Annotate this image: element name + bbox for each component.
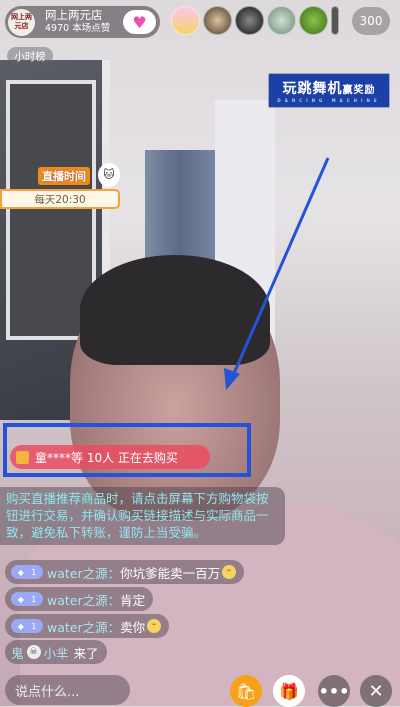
shopping-bag-icon <box>16 450 29 464</box>
level-badge: ◆ 1 <box>11 565 43 579</box>
level-number: 1 <box>31 621 37 631</box>
join-text: 来了 <box>73 645 99 661</box>
comment-text: 肯定 <box>120 592 146 608</box>
diamond-icon: ◆ <box>17 594 24 604</box>
more-button[interactable]: ••• <box>318 675 350 707</box>
comment-text: 卖你 <box>120 619 146 635</box>
diamond-icon: ◆ <box>17 567 24 577</box>
gift-button[interactable]: 🎁 <box>273 675 305 707</box>
close-button[interactable]: ✕ <box>360 675 392 707</box>
shopping-bag-button[interactable]: 🛍 <box>230 675 262 707</box>
gift-icon: 🎁 <box>279 681 299 701</box>
buying-notice-text: 童****等 10人 正在去购买 <box>35 450 178 465</box>
comment-user[interactable]: water之源： <box>47 617 120 636</box>
shopping-bag-icon: 🛍 <box>235 681 257 701</box>
comment-user[interactable]: water之源： <box>47 563 120 582</box>
system-notice: 购买直播推荐商品时，请点击屏幕下方购物袋按钮进行交易，并确认购买链接描述与实际商… <box>0 487 285 545</box>
more-dots-icon: ••• <box>318 681 350 701</box>
diamond-icon: ◆ <box>17 621 24 631</box>
comment-item[interactable]: ◆ 1 water之源： 肯定 <box>5 587 154 611</box>
grin-emoji-icon: ᵕ <box>147 619 162 633</box>
comment-item[interactable]: ◆ 1 water之源： 你坑爹能卖一百万 ᵕ <box>5 560 245 584</box>
level-badge: ◆ 1 <box>11 592 43 606</box>
join-user-prefix: 鬼 <box>11 645 24 661</box>
buying-notice[interactable]: 童****等 10人 正在去购买 <box>10 445 210 469</box>
level-number: 1 <box>31 567 37 577</box>
comment-text: 你坑爹能卖一百万 <box>120 565 221 581</box>
join-notice: 鬼 ☠ 小芈 来了 <box>5 640 107 664</box>
ghost-icon: ☠ <box>26 645 41 659</box>
grin-emoji-icon: ᵕ <box>222 565 237 579</box>
comment-item[interactable]: ◆ 1 water之源： 卖你 ᵕ <box>5 614 170 638</box>
comment-input[interactable]: 说点什么... <box>5 675 130 705</box>
join-user-name: 小芈 <box>43 645 69 661</box>
comment-user[interactable]: water之源： <box>47 590 120 609</box>
level-number: 1 <box>31 594 37 604</box>
level-badge: ◆ 1 <box>11 619 43 633</box>
close-icon: ✕ <box>368 680 384 702</box>
